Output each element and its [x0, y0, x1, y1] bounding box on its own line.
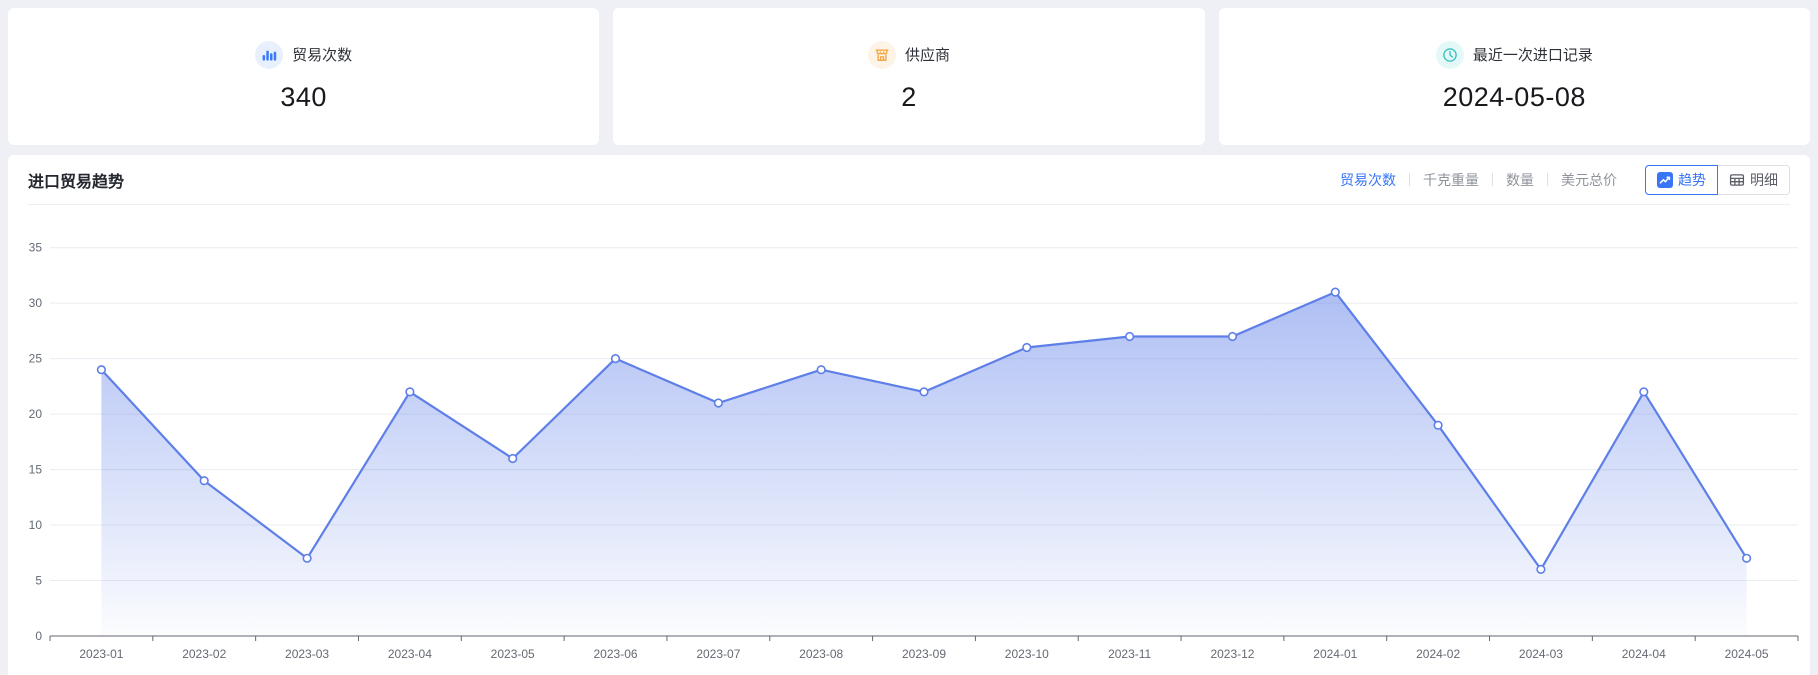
data-point-marker [509, 455, 517, 463]
data-point-marker [920, 388, 928, 396]
x-axis-tick-label: 2023-12 [1210, 647, 1254, 661]
table-icon [1729, 172, 1745, 188]
y-axis-tick-label: 30 [29, 296, 43, 310]
import-trend-card: 进口贸易趋势 贸易次数 千克重量 数量 美元总价 趋势 [8, 155, 1810, 675]
stat-value: 340 [280, 82, 327, 113]
bar-chart-icon [255, 41, 283, 69]
data-point-marker [1332, 288, 1340, 296]
stat-card-trade-count: 贸易次数 340 [8, 8, 599, 145]
stat-label: 最近一次进口记录 [1473, 44, 1593, 65]
stat-head: 最近一次进口记录 [1436, 41, 1593, 69]
data-point-marker [303, 555, 311, 563]
stat-card-suppliers: 供应商 2 [613, 8, 1204, 145]
y-axis-tick-label: 5 [35, 574, 42, 588]
clock-icon [1436, 41, 1464, 69]
y-axis-tick-label: 25 [29, 352, 43, 366]
stat-value: 2 [901, 82, 917, 113]
detail-view-button[interactable]: 明细 [1717, 165, 1790, 195]
x-axis-tick-label: 2024-05 [1725, 647, 1769, 661]
tab-separator [1409, 173, 1410, 186]
x-axis-tick-label: 2023-05 [491, 647, 535, 661]
x-axis-tick-label: 2024-04 [1622, 647, 1666, 661]
data-point-marker [1023, 344, 1031, 352]
y-axis-tick-label: 10 [29, 518, 43, 532]
stat-card-last-import: 最近一次进口记录 2024-05-08 [1219, 8, 1810, 145]
x-axis-tick-label: 2024-03 [1519, 647, 1563, 661]
data-point-marker [817, 366, 825, 374]
x-axis-tick-label: 2023-09 [902, 647, 946, 661]
data-point-marker [1229, 333, 1237, 341]
x-axis-tick-label: 2023-02 [182, 647, 226, 661]
stat-label: 供应商 [905, 44, 950, 65]
tab-separator [1547, 173, 1548, 186]
data-point-marker [98, 366, 106, 374]
metric-tab-kg-weight[interactable]: 千克重量 [1423, 170, 1479, 190]
x-axis-tick-label: 2024-02 [1416, 647, 1460, 661]
y-axis-tick-label: 0 [35, 629, 42, 643]
x-axis-tick-label: 2023-06 [594, 647, 638, 661]
x-axis-tick-label: 2023-07 [696, 647, 740, 661]
data-point-marker [406, 388, 414, 396]
chart-title: 进口贸易趋势 [28, 168, 124, 192]
metric-tab-usd-total[interactable]: 美元总价 [1561, 170, 1617, 190]
trend-chart[interactable]: 0 5 10 15 20 25 30 35 2023-01 2023-02 2023-03 2023-… [8, 205, 1810, 675]
data-point-marker [1640, 388, 1648, 396]
shop-icon [868, 41, 896, 69]
x-axis-tick-label: 2023-04 [388, 647, 432, 661]
tab-separator [1492, 173, 1493, 186]
stats-row: 贸易次数 340 供应商 2 最 [0, 0, 1818, 145]
detail-view-label: 明细 [1750, 170, 1778, 190]
area-fill [101, 292, 1746, 636]
chart-header: 进口贸易趋势 贸易次数 千克重量 数量 美元总价 趋势 [28, 155, 1790, 205]
chart-header-controls: 贸易次数 千克重量 数量 美元总价 趋势 [1340, 165, 1790, 195]
x-axis-tick-label: 2023-10 [1005, 647, 1049, 661]
data-point-marker [612, 355, 620, 363]
view-toggle-group: 趋势 明细 [1645, 165, 1790, 195]
x-axis-tick-label: 2023-01 [79, 647, 123, 661]
data-point-marker [1126, 333, 1134, 341]
stat-label: 贸易次数 [292, 44, 352, 65]
trend-chart-area: 0 5 10 15 20 25 30 35 2023-01 2023-02 2023-03 2023-… [8, 205, 1810, 675]
trend-view-button[interactable]: 趋势 [1645, 165, 1718, 195]
trend-icon [1657, 172, 1673, 188]
stat-head: 贸易次数 [255, 41, 352, 69]
trend-view-label: 趋势 [1678, 170, 1706, 190]
x-axis-tick-label: 2023-11 [1108, 647, 1151, 661]
y-axis-tick-label: 20 [29, 407, 43, 421]
metric-tab-trade-count[interactable]: 贸易次数 [1340, 170, 1396, 190]
x-axis-tick-label: 2023-03 [285, 647, 329, 661]
data-point-marker [200, 477, 208, 485]
x-axis-tick-label: 2023-08 [799, 647, 843, 661]
x-axis-tick-label: 2024-01 [1313, 647, 1357, 661]
y-axis-tick-label: 15 [29, 463, 43, 477]
data-point-marker [1537, 566, 1545, 574]
stat-value: 2024-05-08 [1443, 82, 1586, 113]
stat-head: 供应商 [868, 41, 950, 69]
y-axis-tick-label: 35 [29, 241, 43, 255]
data-point-marker [1434, 421, 1442, 429]
data-point-marker [715, 399, 723, 407]
metric-tab-quantity[interactable]: 数量 [1506, 170, 1534, 190]
data-point-marker [1743, 555, 1751, 563]
